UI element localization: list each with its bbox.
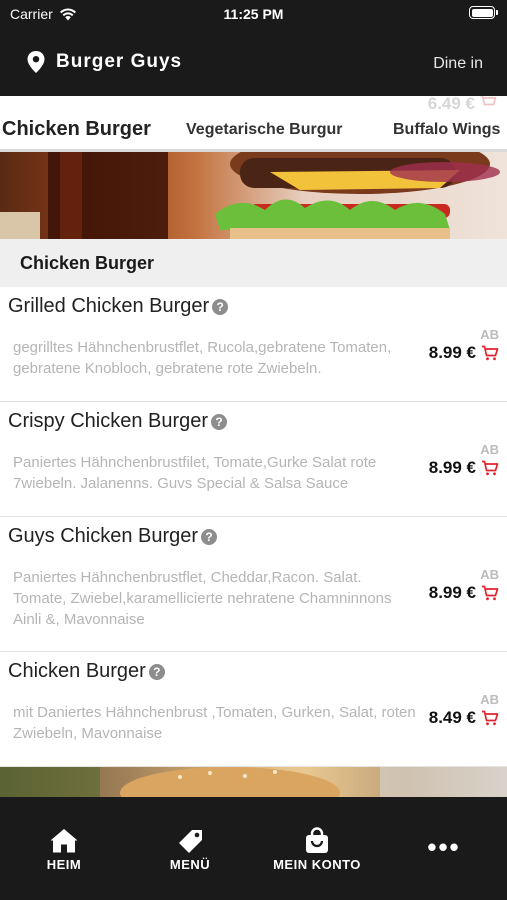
add-to-cart-button[interactable]: 8.99 €	[429, 583, 499, 603]
restaurant-selector[interactable]: Burger Guys	[26, 50, 182, 74]
menu-item-price: 8.49 €	[428, 708, 476, 727]
add-to-cart-button[interactable]: 8.99 €	[429, 458, 499, 478]
tab-home-label: HEIM	[46, 857, 82, 872]
menu-item-name: Chicken Burger	[8, 660, 146, 682]
next-category-banner-image	[0, 767, 507, 797]
info-icon[interactable]: ?	[148, 663, 165, 680]
tab-account-label: MEIN KONTO	[273, 857, 361, 872]
menu-item[interactable]: Grilled Chicken Burger ? gegrilltes Hähn…	[0, 287, 507, 402]
section-header: Chicken Burger	[0, 239, 507, 287]
menu-item-name: Crispy Chicken Burger	[8, 410, 209, 432]
home-icon	[50, 829, 78, 853]
tab-home[interactable]: HEIM	[9, 827, 119, 872]
menu-item-name: Guys Chicken Burger	[8, 525, 199, 547]
info-icon[interactable]: ?	[201, 528, 218, 545]
tab-menu[interactable]: MENÜ	[135, 827, 245, 872]
menu-item-price: 8.99 €	[428, 458, 476, 477]
cart-icon	[480, 96, 497, 106]
order-mode-button[interactable]: Dine in	[433, 55, 483, 73]
tab-account[interactable]: MEIN KONTO	[262, 827, 372, 872]
cart-icon	[482, 585, 499, 601]
app-header: Burger Guys Dine in	[0, 28, 507, 96]
burger-photo	[0, 767, 507, 797]
tab-vegetarische-burgur[interactable]: Vegetarische Burgur	[186, 121, 343, 139]
menu-item-description: mit Daniertes Hähnchenbrust ,Tomaten, Gu…	[13, 704, 416, 742]
add-to-cart-button[interactable]: 8.99 €	[429, 343, 499, 363]
cart-icon	[482, 345, 499, 361]
battery-icon	[469, 6, 498, 19]
tab-buffalo-wings[interactable]: Buffalo Wings	[393, 121, 500, 139]
menu-item-name-group: Guys Chicken Burger ?	[8, 525, 218, 548]
menu-item-name-group: Grilled Chicken Burger ?	[8, 295, 229, 318]
price-prefix: AB	[480, 692, 499, 707]
price-prefix: AB	[480, 567, 499, 582]
menu-item-name-group: Crispy Chicken Burger ?	[8, 410, 228, 433]
info-icon[interactable]: ?	[211, 413, 228, 430]
tag-icon	[179, 830, 202, 853]
status-time: 11:25 PM	[223, 6, 284, 22]
menu-item-description: Paniertes Hähnchenbrustfilet, Tomate,Gur…	[13, 454, 377, 492]
shopping-bag-icon	[306, 827, 328, 853]
bottom-tab-bar: HEIM MENÜ MEIN KONTO •••	[0, 797, 507, 900]
section-title: Chicken Burger	[20, 253, 155, 273]
menu-item[interactable]: Chicken Burger ? mit Daniertes Hähnchenb…	[0, 652, 507, 767]
cart-icon	[482, 710, 499, 726]
category-banner-image	[0, 152, 507, 239]
burger-photo	[0, 152, 500, 239]
menu-item-price: 8.99 €	[428, 343, 476, 362]
info-icon[interactable]: ?	[212, 298, 229, 315]
restaurant-name: Burger Guys	[56, 51, 183, 72]
category-tabs: Chicken Burger Vegetarische Burgur Buffa…	[0, 112, 507, 152]
price-prefix: AB	[480, 327, 499, 342]
menu-item[interactable]: Guys Chicken Burger ? Paniertes Hähnchen…	[0, 517, 507, 652]
tab-more[interactable]: •••	[389, 827, 499, 862]
cart-icon	[482, 460, 499, 476]
status-bar: Carrier 11:25 PM	[0, 0, 507, 28]
menu-item-price: 8.99 €	[428, 583, 476, 602]
tab-chicken-burger[interactable]: Chicken Burger	[2, 118, 151, 141]
more-icon: •••	[427, 832, 461, 862]
add-to-cart-button[interactable]: 8.49 €	[429, 708, 499, 728]
menu-item-description: Paniertes Hähnchenbrustflet, Cheddar,Rac…	[13, 569, 392, 628]
price-prefix: AB	[480, 442, 499, 457]
menu-item-name-group: Chicken Burger ?	[8, 660, 165, 683]
menu-item[interactable]: Crispy Chicken Burger ? Paniertes Hähnch…	[0, 402, 507, 517]
location-pin-icon	[27, 51, 45, 73]
tab-menu-label: MENÜ	[169, 857, 211, 872]
menu-item-description: gegrilltes Hähnchenbrustflet, Rucola,geb…	[13, 339, 392, 377]
menu-item-name: Grilled Chicken Burger	[8, 295, 210, 317]
